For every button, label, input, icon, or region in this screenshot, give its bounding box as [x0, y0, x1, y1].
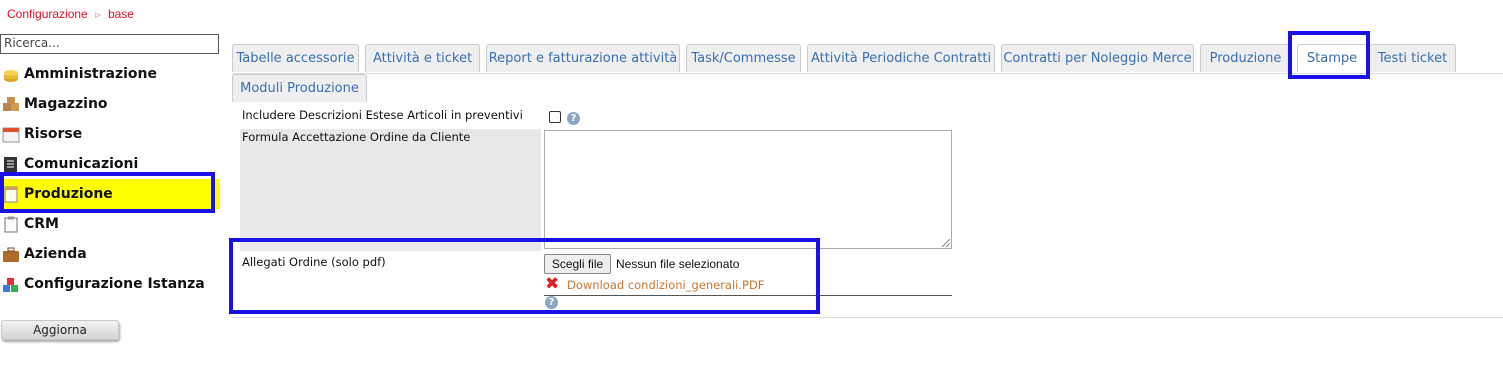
sidebar-item-label: Magazzino	[24, 96, 108, 112]
tab-attivita-e-ticket[interactable]: Attività e ticket	[365, 44, 480, 72]
sidebar-item-risorse[interactable]: Risorse	[0, 119, 220, 149]
tab-bar: Tabelle accessorie Attività e ticket Rep…	[232, 44, 1503, 74]
sidebar-item-configurazione-istanza[interactable]: Configurazione Istanza	[0, 269, 220, 299]
sidebar-item-label: Comunicazioni	[24, 156, 139, 172]
stampe-panel: Includere Descrizioni Estese Articoli in…	[232, 102, 1503, 318]
acceptance-formula-textarea[interactable]	[544, 130, 952, 249]
help-icon[interactable]: ?	[567, 112, 580, 125]
refresh-button[interactable]: Aggiorna	[1, 320, 119, 340]
tab-report-e-fatturazione[interactable]: Report e fatturazione attività	[486, 44, 680, 72]
boxes-icon	[3, 96, 19, 111]
attachments-divider	[544, 295, 952, 296]
calendar-icon	[2, 127, 20, 142]
search-input[interactable]: Ricerca...	[0, 34, 219, 54]
tab-task-commesse[interactable]: Task/Commesse	[686, 44, 801, 72]
tab-produzione[interactable]: Produzione	[1200, 44, 1291, 72]
sidebar-item-magazzino[interactable]: Magazzino	[0, 89, 220, 119]
sidebar-item-crm[interactable]: CRM	[0, 209, 220, 239]
breadcrumb-current[interactable]: base	[108, 7, 134, 21]
tab-contratti-noleggio-merce[interactable]: Contratti per Noleggio Merce	[1001, 44, 1194, 72]
notepad-icon	[4, 186, 18, 202]
sidebar-item-label: Azienda	[24, 246, 87, 262]
breadcrumb-separator-icon: ⊳	[94, 10, 102, 20]
sidebar-item-amministrazione[interactable]: Amministrazione	[0, 59, 220, 89]
include-descriptions-label: Includere Descrizioni Estese Articoli in…	[242, 108, 523, 122]
clipboard-icon	[4, 216, 18, 232]
attachments-label: Allegati Ordine (solo pdf)	[242, 255, 386, 269]
briefcase-icon	[3, 247, 19, 262]
acceptance-formula-label: Formula Accettazione Ordine da Cliente	[242, 130, 471, 144]
tab-moduli-produzione[interactable]: Moduli Produzione	[232, 74, 367, 102]
acceptance-formula-label-cell	[240, 129, 541, 251]
sidebar-item-produzione[interactable]: Produzione	[0, 179, 220, 209]
sidebar-item-label: Risorse	[24, 126, 83, 142]
resize-grip-icon[interactable]	[942, 239, 950, 247]
sidebar-item-azienda[interactable]: Azienda	[0, 239, 220, 269]
file-status-text: Nessun file selezionato	[616, 257, 740, 271]
tab-testi-ticket[interactable]: Testi ticket	[1369, 44, 1456, 72]
choose-file-button[interactable]: Scegli file	[544, 254, 611, 274]
breadcrumb: Configurazione ⊳ base	[7, 7, 134, 21]
document-icon	[4, 156, 17, 172]
sidebar-item-label: CRM	[24, 216, 59, 232]
sidebar-item-label: Amministrazione	[24, 66, 157, 82]
download-conditions-link[interactable]: Download condizioni_generali.PDF	[567, 278, 764, 292]
sidebar-item-comunicazioni[interactable]: Comunicazioni	[0, 149, 220, 179]
sidebar-item-label: Configurazione Istanza	[24, 276, 205, 292]
help-icon[interactable]: ?	[545, 296, 558, 309]
blocks-icon	[3, 277, 18, 292]
tab-stampe[interactable]: Stampe	[1297, 44, 1367, 72]
sidebar-menu: Amministrazione Magazzino Risorse Comuni…	[0, 59, 220, 299]
delete-icon[interactable]: ✖	[545, 276, 559, 293]
coins-icon	[4, 69, 18, 82]
tab-attivita-periodiche-contratti[interactable]: Attività Periodiche Contratti	[807, 44, 995, 72]
sidebar-item-label: Produzione	[24, 186, 113, 202]
tab-tabelle-accessorie[interactable]: Tabelle accessorie	[232, 44, 359, 72]
breadcrumb-root[interactable]: Configurazione	[7, 7, 88, 21]
include-descriptions-checkbox[interactable]	[549, 111, 561, 123]
